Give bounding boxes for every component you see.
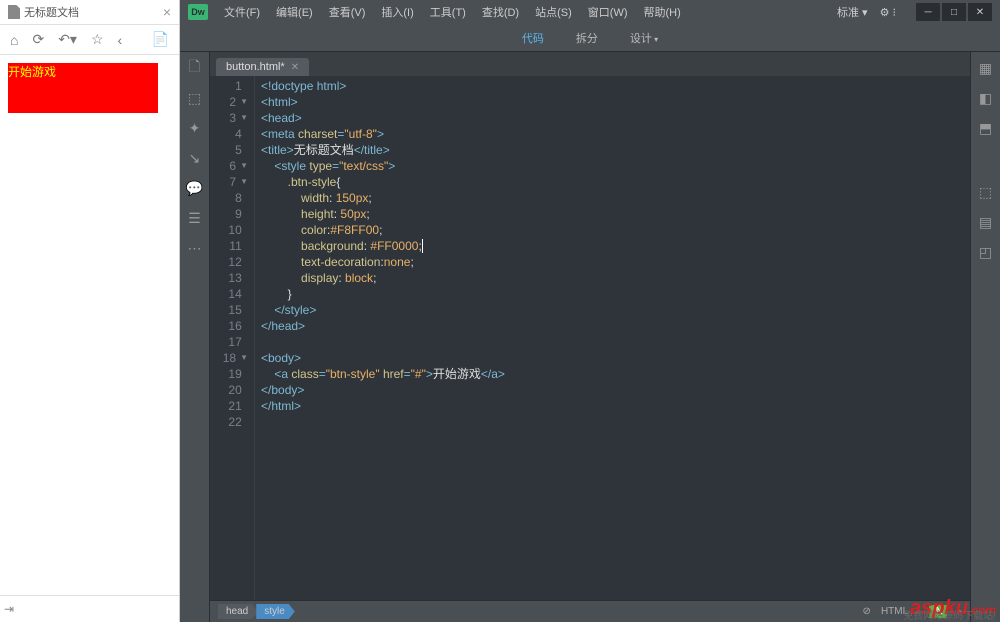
menu-item[interactable]: 站点(S): [529, 2, 578, 22]
menu-item[interactable]: 查看(V): [323, 2, 372, 22]
panel-icon-6[interactable]: ◰: [978, 244, 994, 260]
menu-item[interactable]: 查找(D): [476, 2, 525, 22]
panel-icon-4[interactable]: ⬚: [978, 184, 994, 200]
menubar: 文件(F)编辑(E)查看(V)插入(I)工具(T)查找(D)站点(S)窗口(W)…: [218, 2, 687, 22]
menu-item[interactable]: 插入(I): [375, 2, 419, 22]
dreamweaver-panel: Dw 文件(F)编辑(E)查看(V)插入(I)工具(T)查找(D)站点(S)窗口…: [180, 0, 1000, 622]
menu-item[interactable]: 窗口(W): [582, 2, 634, 22]
minimize-button[interactable]: ─: [916, 3, 940, 21]
list-tool-icon[interactable]: ☰: [187, 210, 203, 226]
preview-tab[interactable]: 无标题文档 ×: [0, 0, 179, 25]
panel-icon-1[interactable]: ▦: [978, 60, 994, 76]
close-button[interactable]: ✕: [968, 3, 992, 21]
preview-toolbar: ⌂ ⟳ ↶▾ ☆ ‹ 📄: [0, 25, 179, 55]
preview-content: 开始游戏: [0, 55, 179, 595]
menu-item[interactable]: 编辑(E): [270, 2, 319, 22]
menu-item[interactable]: 工具(T): [424, 2, 472, 22]
status-bar: headstyle ⊘ HTML ⌄ IN ▸: [210, 600, 970, 622]
view-tabs: 代码 拆分 设计: [180, 24, 1000, 52]
close-icon[interactable]: ×: [163, 4, 171, 20]
expand-icon[interactable]: ⇥: [4, 602, 14, 616]
doc-icon[interactable]: 📄: [152, 31, 169, 48]
panel-icon-2[interactable]: ◧: [978, 90, 994, 106]
file-icon: [8, 5, 20, 19]
panel-icon-5[interactable]: ▤: [978, 214, 994, 230]
layout-dropdown[interactable]: 标准 ▾: [837, 4, 868, 20]
menu-item[interactable]: 帮助(H): [638, 2, 687, 22]
sparkle-tool-icon[interactable]: ✦: [187, 120, 203, 136]
tab-code[interactable]: 代码: [516, 26, 550, 50]
tab-design[interactable]: 设计: [624, 26, 664, 50]
breadcrumb-item[interactable]: style: [256, 604, 295, 619]
editor-area: button.html* ✕ 1 2▼3▼4 5 6▼7▼8 9 10 11 1…: [210, 52, 970, 622]
back-icon[interactable]: ‹: [118, 32, 123, 48]
file-tab-name: button.html*: [226, 61, 285, 73]
preview-panel: 无标题文档 × ⌂ ⟳ ↶▾ ☆ ‹ 📄 开始游戏 ⇥: [0, 0, 180, 622]
maximize-button[interactable]: □: [942, 3, 966, 21]
code-editor[interactable]: 1 2▼3▼4 5 6▼7▼8 9 10 11 12 13 14 15 16 1…: [210, 76, 970, 600]
file-tab[interactable]: button.html* ✕: [216, 58, 309, 76]
error-icon[interactable]: ⊘: [863, 606, 871, 617]
star-icon[interactable]: ☆: [91, 31, 104, 48]
preview-tab-title: 无标题文档: [24, 4, 79, 20]
refresh-icon[interactable]: ⟳: [32, 31, 44, 48]
sync-icon[interactable]: ⚙ ⁝: [880, 6, 896, 19]
comment-tool-icon[interactable]: 💬: [187, 180, 203, 196]
arrow-tool-icon[interactable]: ↘: [187, 150, 203, 166]
file-tab-close-icon[interactable]: ✕: [291, 62, 299, 73]
watermark-sub: 免费网站源码下载站!: [903, 607, 996, 622]
home-icon[interactable]: ⌂: [10, 32, 18, 48]
menu-item[interactable]: 文件(F): [218, 2, 266, 22]
preview-bottom: ⇥: [0, 595, 179, 622]
tab-split[interactable]: 拆分: [570, 26, 604, 50]
breadcrumb-item[interactable]: head: [218, 604, 258, 619]
right-toolbar: ▦ ◧ ⬒ ⬚ ▤ ◰: [970, 52, 1000, 622]
undo-icon[interactable]: ↶▾: [58, 31, 77, 48]
breadcrumb: headstyle: [218, 604, 293, 619]
dw-logo: Dw: [188, 4, 208, 20]
manage-tool-icon[interactable]: ⬚: [187, 90, 203, 106]
titlebar: Dw 文件(F)编辑(E)查看(V)插入(I)工具(T)查找(D)站点(S)窗口…: [180, 0, 1000, 24]
file-tool-icon[interactable]: 🗋: [187, 60, 203, 76]
panel-icon-3[interactable]: ⬒: [978, 120, 994, 136]
left-toolbar: 🗋 ⬚ ✦ ↘ 💬 ☰ ⋯: [180, 52, 210, 622]
more-tool-icon[interactable]: ⋯: [187, 240, 203, 256]
preview-button[interactable]: 开始游戏: [8, 63, 158, 113]
